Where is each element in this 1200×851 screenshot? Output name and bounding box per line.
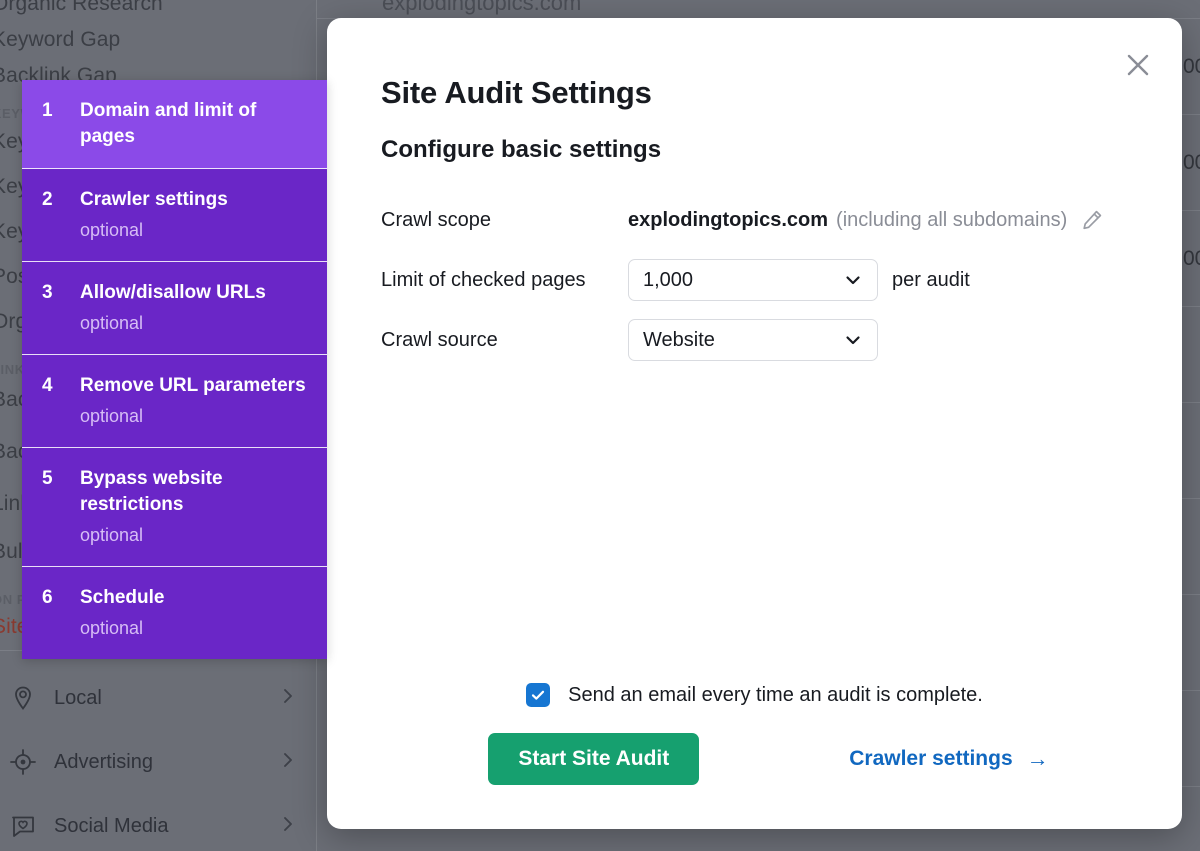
sidebar-item-advertising[interactable]: Advertising <box>0 730 317 794</box>
chevron-right-icon <box>279 687 297 709</box>
limit-pages-select[interactable]: 1,000 <box>628 259 878 301</box>
wizard-step-optional-label: optional <box>80 618 144 638</box>
sidebar-item-local[interactable]: Local <box>0 666 317 730</box>
modal-actions: Start Site Audit Crawler settings → <box>327 733 1182 785</box>
crawl-source-row: Crawl source Website <box>381 316 1126 364</box>
limit-pages-suffix: per audit <box>892 268 970 291</box>
wizard-step-optional-label: optional <box>80 313 144 333</box>
background-topbar-domain: explodingtopics.com <box>382 0 582 15</box>
wizard-step-1[interactable]: 1 Domain and limit of pages <box>22 80 327 169</box>
chevron-down-icon <box>843 270 863 290</box>
wizard-step-6[interactable]: 6 Schedule optional <box>22 567 327 659</box>
limit-pages-row: Limit of checked pages 1,000 per audit <box>381 256 1126 304</box>
close-icon[interactable] <box>1121 48 1155 82</box>
arrow-right-icon: → <box>1026 746 1049 771</box>
wizard-step-optional-label: optional <box>80 406 144 426</box>
sidebar-item-organic-research[interactable]: Organic Research <box>0 0 163 16</box>
modal-body: Site Audit Settings Configure basic sett… <box>327 18 1182 364</box>
chevron-down-icon <box>843 330 863 350</box>
crawl-scope-row: Crawl scope explodingtopics.com (includi… <box>381 196 1126 244</box>
location-pin-icon <box>8 683 38 713</box>
sidebar-item-label: Social Media <box>54 814 169 837</box>
wizard-step-body: Crawler settings optional <box>80 187 311 243</box>
target-icon <box>8 747 38 777</box>
wizard-step-title: Allow/disallow URLs <box>80 282 266 303</box>
wizard-step-optional-label: optional <box>80 525 144 545</box>
wizard-step-5[interactable]: 5 Bypass website restrictions optional <box>22 448 327 567</box>
sidebar-item-label: Advertising <box>54 750 153 773</box>
email-notification-checkbox[interactable] <box>526 683 551 707</box>
wizard-step-4[interactable]: 4 Remove URL parameters optional <box>22 355 327 448</box>
crawl-source-value: Website <box>643 328 715 351</box>
wizard-step-body: Remove URL parameters optional <box>80 373 311 429</box>
chevron-right-icon <box>279 751 297 773</box>
crawl-source-select[interactable]: Website <box>628 319 878 361</box>
sidebar-item-keyword-gap[interactable]: Keyword Gap <box>0 28 120 52</box>
wizard-step-body: Bypass website restrictions optional <box>80 466 311 548</box>
crawl-scope-label: Crawl scope <box>381 209 492 231</box>
limit-pages-label: Limit of checked pages <box>381 269 586 291</box>
wizard-step-title: Domain and limit of pages <box>80 100 257 147</box>
sidebar-item-label: Local <box>54 686 102 709</box>
crawl-scope-note: (including all subdomains) <box>836 208 1068 231</box>
wizard-step-list: 1 Domain and limit of pages 2 Crawler setti… <box>22 80 327 659</box>
wizard-step-title: Schedule <box>80 587 165 608</box>
wizard-step-body: Schedule optional <box>80 585 311 641</box>
email-notification-label: Send an email every time an audit is com… <box>568 683 983 706</box>
wizard-step-2[interactable]: 2 Crawler settings optional <box>22 169 327 262</box>
start-site-audit-button[interactable]: Start Site Audit <box>488 733 700 785</box>
email-notification-row: Send an email every time an audit is com… <box>327 683 1182 707</box>
wizard-step-number: 3 <box>42 282 53 303</box>
wizard-step-number: 6 <box>42 587 53 608</box>
crawl-scope-domain: explodingtopics.com <box>628 208 829 231</box>
limit-pages-value: 1,000 <box>643 268 694 291</box>
wizard-step-3[interactable]: 3 Allow/disallow URLs optional <box>22 262 327 355</box>
chat-heart-icon <box>8 811 38 841</box>
wizard-step-body: Domain and limit of pages <box>80 98 311 150</box>
wizard-step-optional-label: optional <box>80 220 144 240</box>
settings-form: Crawl scope explodingtopics.com (includi… <box>381 196 1126 364</box>
crawler-settings-link[interactable]: Crawler settings → <box>849 747 1048 771</box>
wizard-step-title: Bypass website restrictions <box>80 468 223 515</box>
wizard-step-number: 1 <box>42 100 53 121</box>
crawl-source-label: Crawl source <box>381 329 498 351</box>
section-heading: Configure basic settings <box>381 136 662 163</box>
chevron-right-icon <box>279 815 297 837</box>
crawl-scope-value: explodingtopics.com (including all subdo… <box>628 207 1105 233</box>
page-title: Site Audit Settings <box>381 75 652 110</box>
wizard-step-title: Remove URL parameters <box>80 375 306 396</box>
wizard-step-title: Crawler settings <box>80 189 228 210</box>
wizard-step-number: 2 <box>42 189 53 210</box>
crawler-settings-link-label: Crawler settings <box>849 747 1013 770</box>
pencil-icon[interactable] <box>1079 207 1105 233</box>
wizard-step-number: 5 <box>42 468 53 489</box>
wizard-step-body: Allow/disallow URLs optional <box>80 280 311 336</box>
sidebar-item-social-media[interactable]: Social Media <box>0 794 317 851</box>
wizard-step-number: 4 <box>42 375 53 396</box>
modal-footer: Send an email every time an audit is com… <box>327 683 1182 785</box>
site-audit-settings-modal: Site Audit Settings Configure basic sett… <box>327 18 1182 829</box>
screen-root: explodingtopics.com Organic Research Keyw… <box>0 0 1200 851</box>
